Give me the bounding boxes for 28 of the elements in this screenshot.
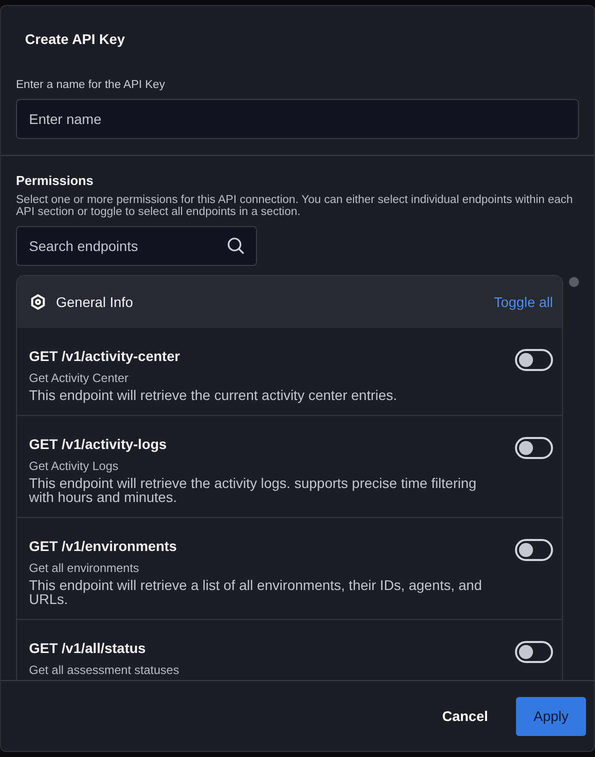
endpoint-path: GET /v1/all/status	[29, 640, 147, 656]
cancel-button[interactable]: Cancel	[436, 707, 494, 725]
toggle-switch[interactable]	[515, 641, 553, 663]
endpoint-path: GET /v1/environments	[29, 538, 178, 554]
toggle-switch[interactable]	[515, 539, 553, 561]
name-input-field[interactable]: Enter name	[16, 99, 579, 139]
search-icon	[227, 237, 245, 255]
toggle-switch[interactable]	[515, 437, 553, 459]
dialog-title: Create API Key	[24, 30, 126, 47]
search-field[interactable]: Search endpoints	[16, 226, 257, 266]
endpoint-description: This endpoint will retrieve the activity logs. supports precise time filtering with hours and minutes.	[29, 476, 478, 504]
toggle-switch[interactable]	[515, 349, 553, 371]
permissions-description: Select one or more permissions for this API connection. You can either select individual endpoints within each API section or toggle to select all endpoints in a section.	[16, 194, 574, 218]
gear-icon	[30, 294, 46, 310]
apply-button[interactable]: Apply	[516, 696, 586, 736]
name-label: Enter a name for the API Key	[16, 79, 166, 91]
endpoint-description: This endpoint will retrieve the current activity center entries.	[29, 388, 398, 402]
endpoint-path: GET /v1/activity-center	[29, 348, 181, 364]
toggle-all-link[interactable]: Toggle all	[494, 294, 553, 310]
scrollbar-thumb[interactable]	[569, 277, 579, 287]
endpoint-name: Get Activity Center	[29, 371, 130, 385]
section-title: General Info	[56, 294, 134, 310]
endpoint-name: Get all assessment statuses	[29, 663, 180, 677]
permissions-title: Permissions	[16, 173, 94, 188]
endpoint-name: Get all environments	[29, 561, 140, 575]
endpoint-description: This endpoint will retrieve a list of all environments, their IDs, agents, and URLs.	[29, 578, 483, 606]
endpoint-name: Get Activity Logs	[29, 459, 120, 473]
endpoint-path: GET /v1/activity-logs	[29, 436, 168, 452]
